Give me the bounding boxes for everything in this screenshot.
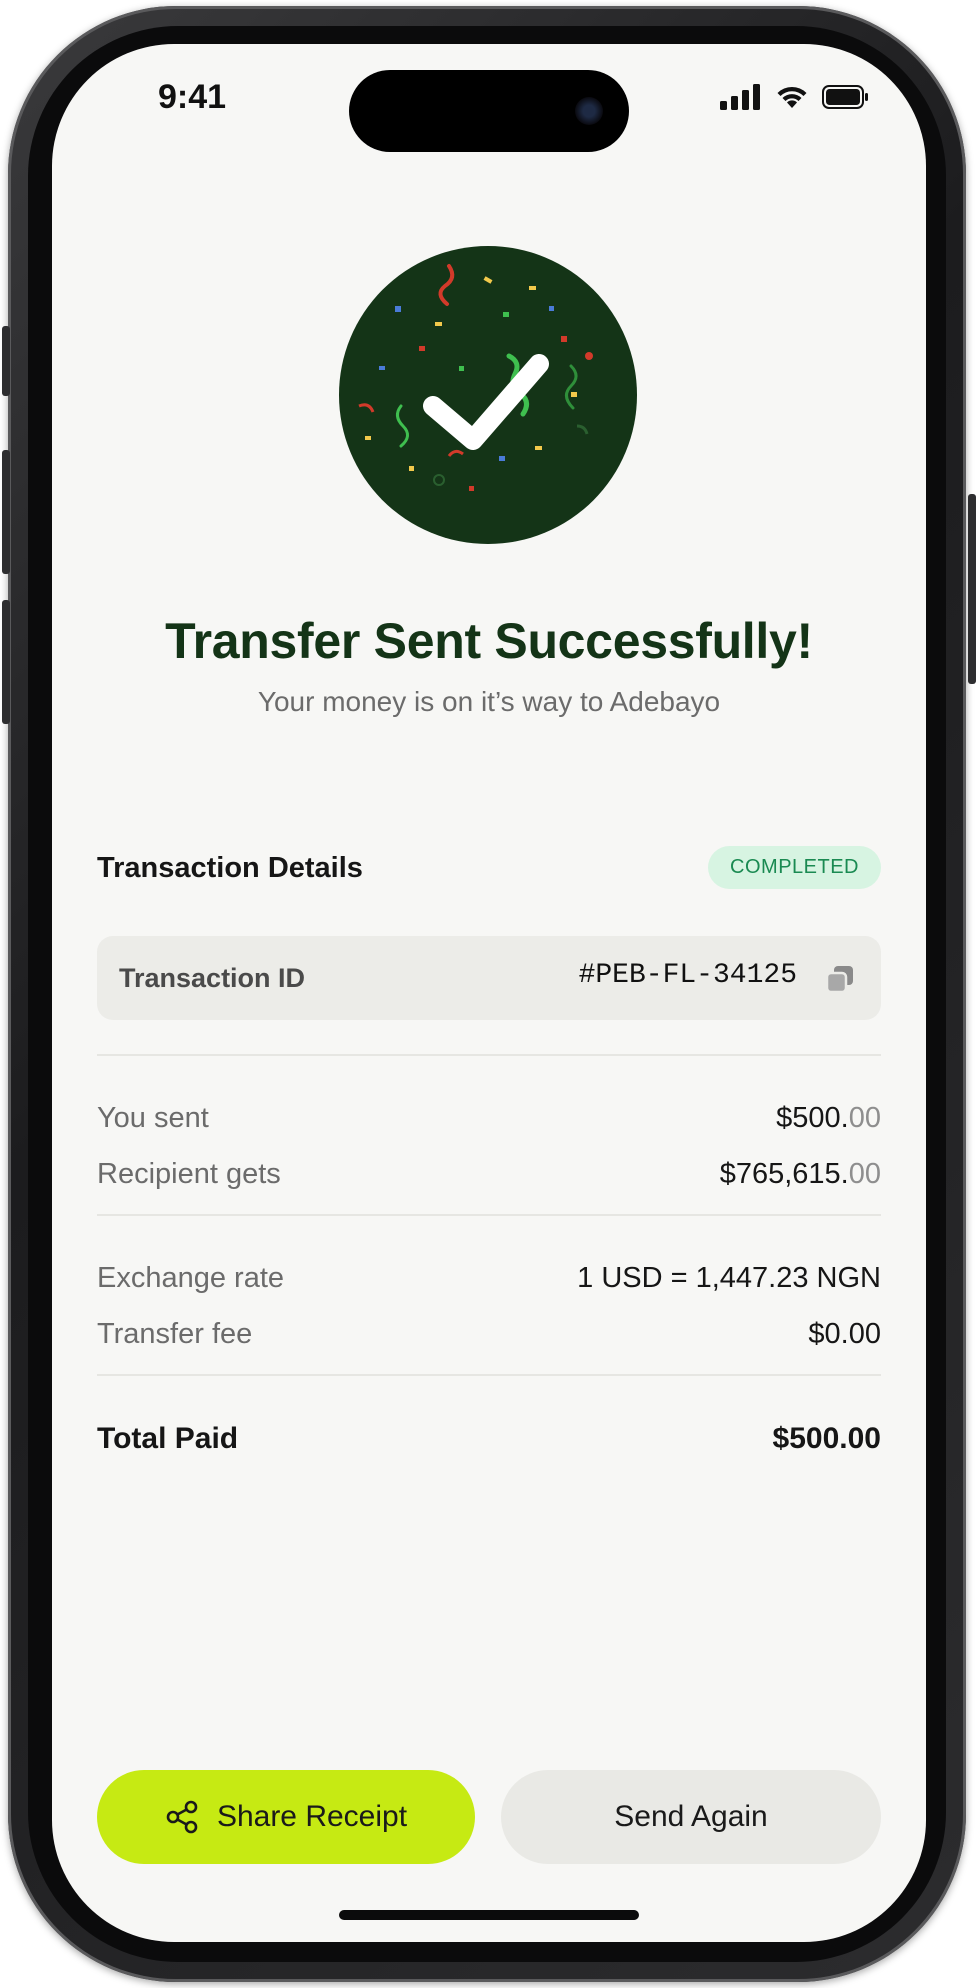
- dynamic-island: [349, 70, 629, 152]
- recipient-gets-decimal: 00: [848, 1158, 881, 1190]
- battery-icon: [822, 85, 868, 109]
- you-sent-amount: $500.: [776, 1102, 849, 1134]
- recipient-gets-amount: $765,615.: [719, 1158, 849, 1190]
- action-button: [2, 326, 10, 396]
- success-graphic: [339, 246, 637, 544]
- transfer-fee-label: Transfer fee: [97, 1318, 253, 1350]
- send-again-button[interactable]: Send Again: [501, 1770, 881, 1864]
- transaction-id-label: Transaction ID: [119, 963, 306, 993]
- transaction-id-box: Transaction ID #PEB-FL-34125: [97, 936, 881, 1020]
- share-receipt-label: Share Receipt: [216, 1800, 408, 1833]
- recipient-gets-value: $765,615.00: [720, 1158, 881, 1191]
- share-icon: [166, 1800, 198, 1834]
- wifi-icon: [777, 86, 807, 108]
- cellular-signal-icon: [720, 84, 760, 110]
- home-indicator: [339, 1910, 639, 1920]
- divider: [97, 1374, 881, 1376]
- phone-screen: 9:41 Transfer Sent Successfully! Your mo…: [52, 44, 926, 1942]
- copy-icon[interactable]: [823, 962, 857, 996]
- you-sent-decimal: 00: [848, 1102, 881, 1134]
- page-title: Transfer Sent Successfully!: [165, 613, 813, 669]
- section-title: Transaction Details: [97, 852, 363, 884]
- volume-down-button: [2, 600, 10, 724]
- status-badge: COMPLETED: [708, 846, 881, 889]
- exchange-rate-value: 1 USD = 1,447.23 NGN: [577, 1262, 881, 1294]
- status-time: 9:41: [158, 78, 227, 116]
- you-sent-label: You sent: [97, 1102, 209, 1134]
- confetti-icon: [358, 264, 593, 491]
- share-receipt-button[interactable]: Share Receipt: [97, 1770, 475, 1864]
- transfer-fee-value: $0.00: [808, 1318, 881, 1350]
- transaction-id-value: #PEB-FL-34125: [578, 960, 797, 991]
- front-camera: [575, 97, 603, 125]
- total-paid-value: $500.00: [772, 1422, 881, 1455]
- total-paid-label: Total Paid: [97, 1422, 239, 1455]
- recipient-gets-label: Recipient gets: [97, 1158, 281, 1190]
- exchange-rate-label: Exchange rate: [97, 1262, 285, 1294]
- page-subtitle: Your money is on it’s way to Adebayo: [257, 686, 721, 717]
- divider: [97, 1214, 881, 1216]
- power-button: [968, 494, 976, 684]
- you-sent-value: $500.00: [776, 1102, 881, 1135]
- volume-up-button: [2, 450, 10, 574]
- send-again-label: Send Again: [614, 1800, 768, 1833]
- divider: [97, 1054, 881, 1056]
- status-icons: [720, 84, 870, 110]
